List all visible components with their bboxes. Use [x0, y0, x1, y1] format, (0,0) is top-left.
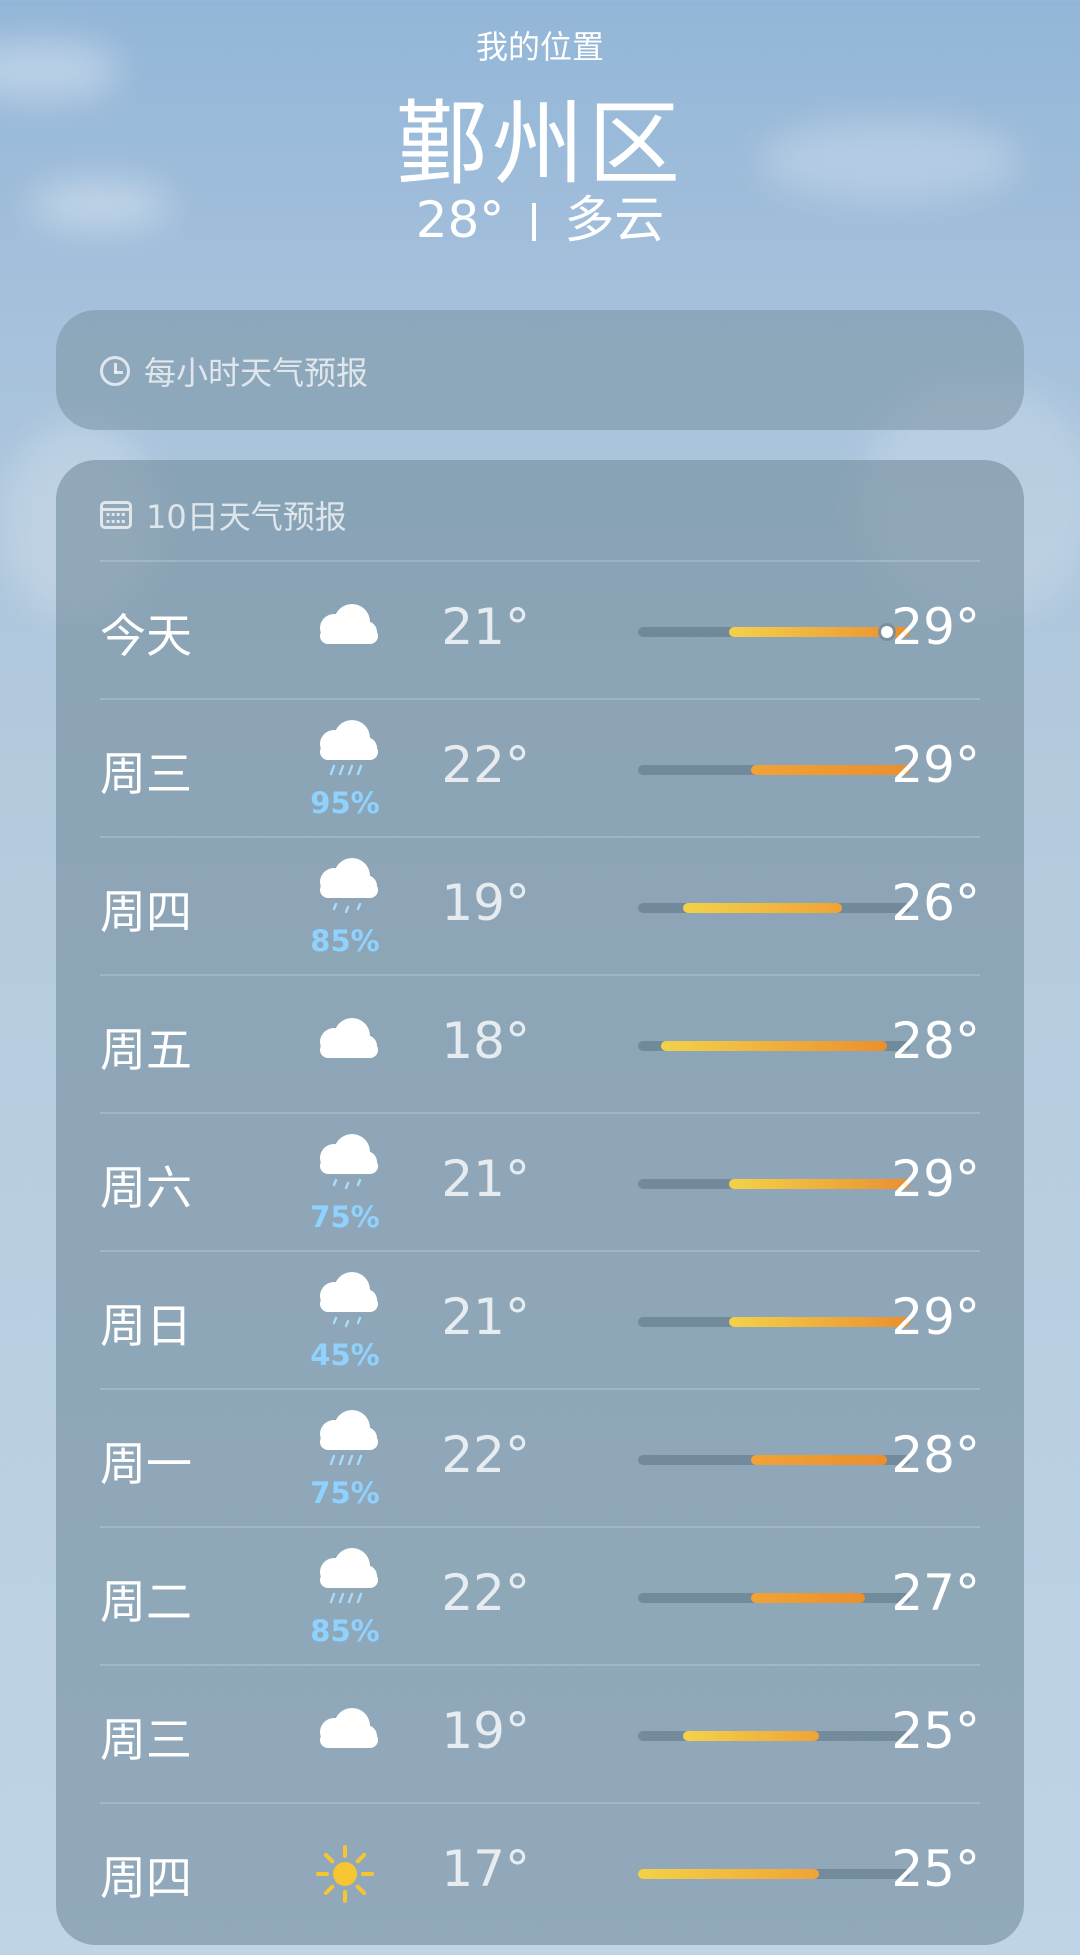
ten-day-forecast-card[interactable]: 10日天气预报 今天 21° 29° 周三 95% 22° 29° 周四 85% 19° 26° 周五… — [56, 460, 1024, 1945]
day-label: 周四 — [100, 1851, 192, 1905]
temp-range-fill — [638, 1869, 820, 1879]
temp-range-fill — [751, 1593, 865, 1603]
day-label: 周三 — [100, 747, 192, 801]
low-temp: 21° — [441, 1288, 530, 1346]
precipitation-chance: 85% — [310, 1614, 380, 1648]
temp-range-fill — [683, 903, 842, 913]
high-temp: 29° — [891, 1150, 980, 1208]
forecast-row[interactable]: 周三 95% 22° 29° — [100, 698, 980, 838]
cloud-drizzle-icon — [300, 1266, 390, 1346]
high-temp: 29° — [891, 736, 980, 794]
location-label: 我的位置 — [475, 28, 604, 66]
cloud-icon — [300, 1702, 390, 1782]
low-temp: 21° — [441, 1150, 530, 1208]
temp-range-fill — [683, 1731, 820, 1741]
day-label: 周二 — [100, 1575, 192, 1629]
hourly-forecast-card[interactable]: 每小时天气预报 — [56, 310, 1024, 430]
high-temp: 27° — [891, 1564, 980, 1622]
forecast-row[interactable]: 周一 75% 22° 28° — [100, 1388, 980, 1528]
forecast-row[interactable]: 周四 17° 25° — [100, 1802, 980, 1942]
low-temp: 19° — [441, 874, 530, 932]
low-temp: 19° — [441, 1702, 530, 1760]
cloud-drizzle-icon — [300, 852, 390, 932]
low-temp: 18° — [441, 1012, 530, 1070]
cloud-icon — [300, 1012, 390, 1092]
precipitation-chance: 85% — [310, 924, 380, 958]
low-temp: 22° — [441, 1564, 530, 1622]
forecast-row[interactable]: 周三 19° 25° — [100, 1664, 980, 1804]
current-conditions: 28° 多云 — [0, 180, 1080, 252]
precipitation-chance: 95% — [310, 786, 380, 820]
high-temp: 28° — [891, 1012, 980, 1070]
forecast-row[interactable]: 周五 18° 28° — [100, 974, 980, 1114]
low-temp: 22° — [441, 736, 530, 794]
low-temp: 22° — [441, 1426, 530, 1484]
clock-icon — [100, 356, 130, 386]
day-label: 今天 — [100, 609, 192, 663]
day-label: 周日 — [100, 1299, 192, 1353]
sun-icon — [300, 1834, 390, 1914]
forecast-row[interactable]: 今天 21° 29° — [100, 560, 980, 700]
cloud-icon — [300, 598, 390, 678]
high-temp: 29° — [891, 1288, 980, 1346]
hourly-forecast-header: 每小时天气预报 — [100, 348, 368, 394]
day-label: 周一 — [100, 1437, 192, 1491]
precipitation-chance: 45% — [310, 1338, 380, 1372]
ten-day-forecast-title: 10日天气预报 — [146, 498, 347, 536]
ten-day-forecast-header: 10日天气预报 — [100, 492, 347, 538]
forecast-row[interactable]: 周日 45% 21° 29° — [100, 1250, 980, 1390]
day-label: 周三 — [100, 1713, 192, 1767]
low-temp: 21° — [441, 598, 530, 656]
hourly-forecast-title: 每小时天气预报 — [144, 354, 369, 392]
high-temp: 25° — [891, 1840, 980, 1898]
day-label: 周四 — [100, 885, 192, 939]
current-temp: 28° — [415, 191, 505, 249]
condition-text: 多云 — [564, 191, 665, 249]
cloud-rain-icon — [300, 1404, 390, 1484]
cloud-rain-icon — [300, 1542, 390, 1622]
low-temp: 17° — [441, 1840, 530, 1898]
cloud-rain-icon — [300, 714, 390, 794]
cloud-drizzle-icon — [300, 1128, 390, 1208]
high-temp: 29° — [891, 598, 980, 656]
forecast-row[interactable]: 周二 85% 22° 27° — [100, 1526, 980, 1666]
forecast-row[interactable]: 周六 75% 21° 29° — [100, 1112, 980, 1252]
precipitation-chance: 75% — [310, 1476, 380, 1510]
calendar-icon — [100, 501, 132, 529]
day-label: 周五 — [100, 1023, 192, 1077]
day-label: 周六 — [100, 1161, 192, 1215]
precipitation-chance: 75% — [310, 1200, 380, 1234]
high-temp: 28° — [891, 1426, 980, 1484]
high-temp: 26° — [891, 874, 980, 932]
high-temp: 25° — [891, 1702, 980, 1760]
forecast-row[interactable]: 周四 85% 19° 26° — [100, 836, 980, 976]
divider — [532, 203, 537, 241]
